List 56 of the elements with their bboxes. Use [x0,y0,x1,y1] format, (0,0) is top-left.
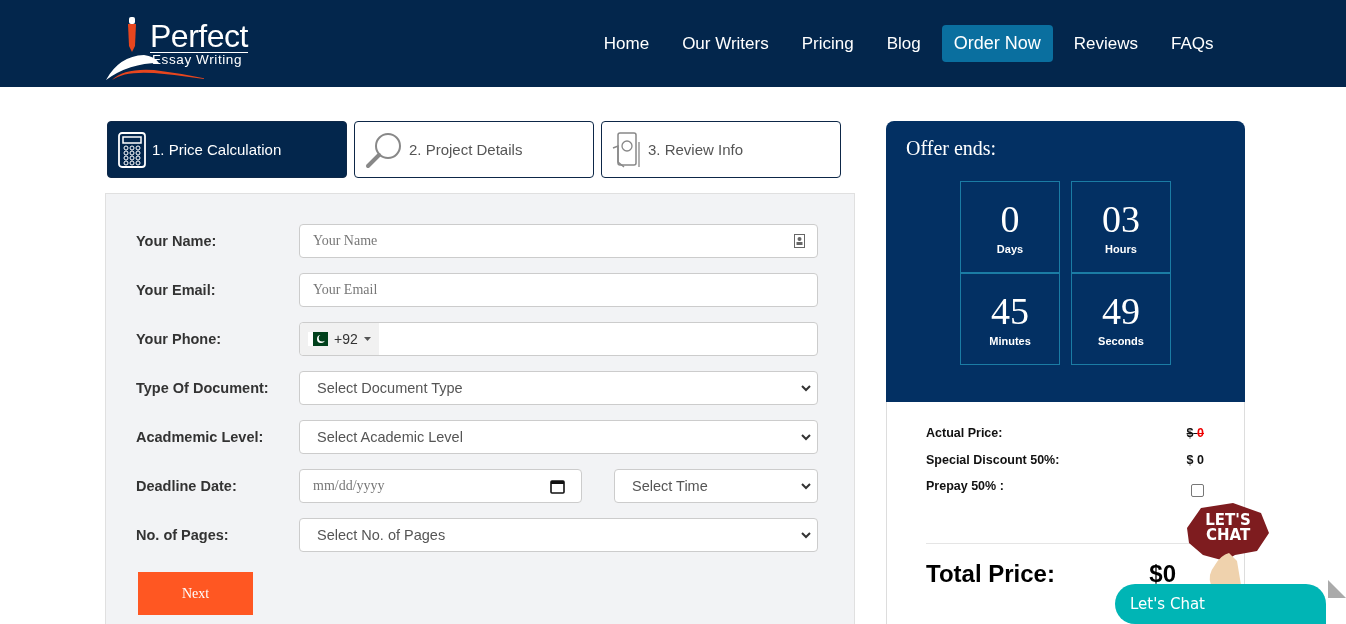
chevron-down-icon [801,531,811,539]
nav-link[interactable]: Blog [874,25,933,62]
step-tab[interactable]: 1. Price Calculation [107,121,347,178]
contact-card-icon [794,234,805,248]
nav-link[interactable]: Our Writers [670,25,781,62]
countdown-unit: Hours [1105,243,1137,255]
phone-dollar-icon [612,131,642,168]
order-now-button[interactable]: Order Now [941,25,1053,62]
field-label: Acadmemic Level: [136,429,265,445]
logo-title: Perfect [150,19,248,53]
search-icon [365,130,403,169]
select-field[interactable]: Select Document Type [299,371,818,405]
chevron-down-icon [801,482,811,490]
select-field[interactable]: Select Time [614,469,818,503]
calendar-icon [550,478,565,494]
country-code: +92 [334,331,358,347]
field-label: Type Of Document: [136,380,270,396]
field-label: No. of Pages: [136,527,230,543]
caret-icon [363,337,371,341]
countdown-value: 49 [1102,291,1140,331]
select-field[interactable]: Select No. of Pages [299,518,818,552]
price-value: $ 0 [1186,426,1204,440]
nav-link[interactable]: Reviews [1061,25,1150,62]
field-label: Your Email: [136,282,217,298]
logo-subtitle: Essay Writing [152,52,243,67]
offer-title: Offer ends: [906,137,998,160]
field-label: Deadline Date: [136,478,238,494]
select-field[interactable]: Select Academic Level [299,420,818,454]
text-field[interactable]: Your Email [299,273,818,307]
text-field[interactable]: Your Name [299,224,818,258]
flag-icon [308,332,328,346]
calculator-icon [118,131,146,168]
date-field[interactable]: mm/dd/yyyy [299,469,582,503]
chevron-down-icon [801,433,811,441]
nav-link[interactable]: Pricing [789,25,866,62]
field-label: Your Name: [136,233,218,249]
countdown-unit: Minutes [989,335,1031,347]
price-label: Special Discount 50%: [926,452,1060,467]
prepay-checkbox[interactable] [1191,484,1204,497]
field-label: Your Phone: [136,331,223,347]
countdown-unit: Seconds [1098,335,1144,347]
price-value: $ 0 [1186,452,1204,467]
countdown-unit: Days [996,243,1024,255]
price-label: Actual Price: [926,426,1003,440]
price-label: Prepay 50% : [926,479,1004,493]
step-tab[interactable]: 2. Project Details [354,121,594,178]
countdown-value: 0 [1000,199,1020,239]
step-tab[interactable]: 3. Review Info [601,121,841,178]
chevron-down-icon [801,384,811,392]
total-label: Total Price: [926,559,1055,588]
sticker-text: LET'S CHAT [1204,513,1252,543]
phone-field[interactable]: +92 [299,322,818,356]
countdown-value: 45 [991,291,1029,331]
nav-link[interactable]: Home [591,25,662,62]
nav-link[interactable]: FAQs [1159,25,1226,62]
countdown-value: 03 [1102,199,1140,239]
